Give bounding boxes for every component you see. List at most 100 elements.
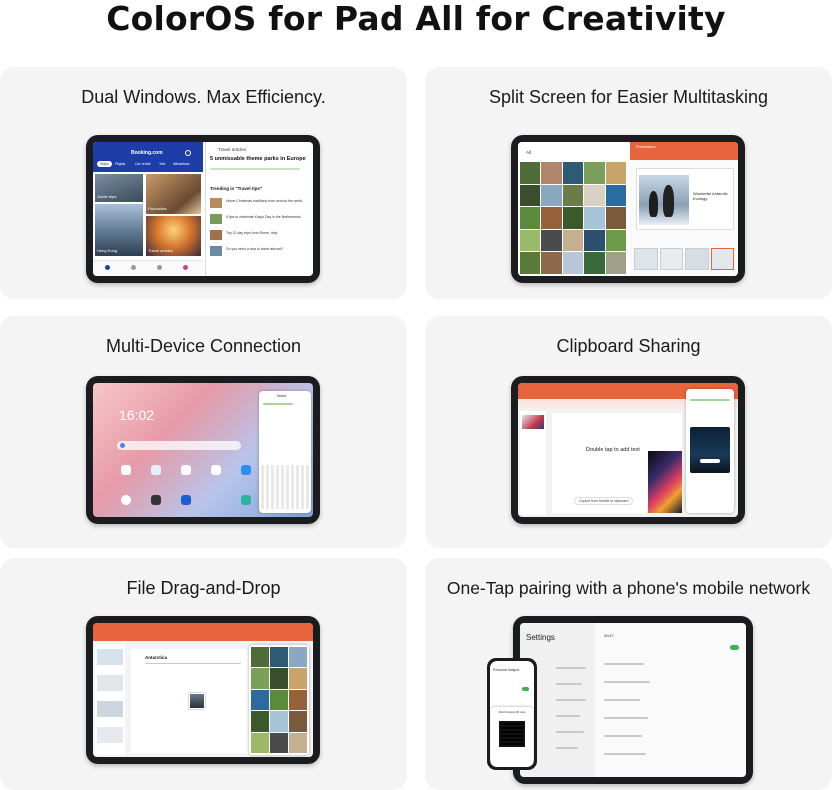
photo-thumb[interactable] (562, 207, 584, 229)
slide-canvas[interactable]: Double tap to add text Copied from Mobil… (552, 413, 682, 513)
photo-thumb[interactable] (584, 229, 605, 252)
photo-thumb[interactable] (251, 689, 269, 711)
photo-tile-city[interactable]: Hong Kong (95, 204, 143, 256)
slide-thumbnail[interactable] (97, 649, 123, 665)
photo-thumb[interactable] (251, 732, 269, 753)
menu-item[interactable] (556, 715, 580, 717)
article-thumb[interactable] (210, 198, 222, 208)
photo-tile-travel[interactable]: Travel articles (146, 216, 201, 256)
photo-tile-favourites[interactable]: Favourites (146, 174, 201, 214)
photo-thumb[interactable] (270, 711, 288, 732)
photo-thumb[interactable] (251, 668, 269, 689)
article-thumb[interactable] (210, 214, 222, 224)
slide-placeholder[interactable]: Double tap to add text (586, 447, 640, 453)
photo-thumb[interactable] (289, 689, 307, 711)
nav-profile-icon[interactable] (183, 265, 188, 270)
slide-thumbnail[interactable] (710, 248, 734, 270)
photo-thumb[interactable] (270, 647, 288, 668)
menu-item[interactable] (556, 699, 586, 701)
menu-item[interactable] (556, 731, 584, 733)
dragged-image[interactable] (189, 693, 205, 709)
photo-thumb[interactable] (605, 207, 626, 229)
app-icon[interactable] (211, 465, 221, 475)
photo-thumb[interactable] (541, 184, 562, 207)
photo-thumb[interactable] (562, 162, 584, 184)
search-icon[interactable] (185, 150, 191, 156)
menu-item[interactable] (556, 683, 582, 685)
photo-thumb[interactable] (289, 711, 307, 732)
wlan-toggle[interactable] (730, 645, 739, 650)
photo-thumb[interactable] (289, 647, 307, 668)
article-item[interactable]: 5 tips to celebrate King's Day in the Ne… (226, 215, 310, 219)
photo-thumb[interactable] (270, 732, 288, 753)
photo-thumb[interactable] (584, 162, 605, 184)
app-icon[interactable] (121, 495, 131, 505)
app-icon[interactable] (181, 495, 191, 505)
photo-thumb[interactable] (541, 229, 562, 252)
network-item[interactable] (604, 717, 648, 719)
photo-thumb[interactable] (605, 229, 626, 252)
slide-canvas[interactable]: Wonderful Antarctic Ecology (636, 168, 734, 230)
network-item[interactable] (604, 753, 646, 755)
google-search-bar[interactable] (117, 441, 241, 450)
photo-thumb[interactable] (289, 732, 307, 753)
photo-thumb[interactable] (520, 252, 541, 274)
photo-thumb[interactable] (270, 668, 288, 689)
article-item[interactable]: Do you need a visa to travel abroad? (226, 247, 310, 251)
photo-thumb[interactable] (584, 207, 605, 229)
photo-thumb[interactable] (541, 207, 562, 229)
booking-tab-stays[interactable]: Stays (97, 161, 112, 167)
photo-thumb[interactable] (520, 184, 541, 207)
nav-bookings-icon[interactable] (157, 265, 162, 270)
booking-tab-flights[interactable]: Flights (115, 162, 125, 166)
app-icon[interactable] (151, 495, 161, 505)
app-icon[interactable] (241, 465, 251, 475)
photo-thumb[interactable] (562, 184, 584, 207)
photo-thumb[interactable] (541, 252, 562, 274)
network-item[interactable] (604, 681, 650, 683)
slide-thumbnail[interactable] (97, 727, 123, 743)
booking-tab-taxi[interactable]: Taxi (159, 162, 165, 166)
menu-item[interactable] (556, 667, 586, 669)
slide-thumbnail[interactable] (97, 701, 123, 717)
photo-thumb[interactable] (289, 668, 307, 689)
slide-thumbnail[interactable] (659, 248, 683, 270)
article-item[interactable]: Home Christmas traditions from around th… (226, 199, 310, 203)
booking-tab-attractions[interactable]: Attractions (173, 162, 190, 166)
app-icon[interactable] (121, 465, 131, 475)
slide-thumbnail[interactable] (685, 248, 709, 270)
article-thumb[interactable] (210, 230, 222, 240)
network-item[interactable] (604, 663, 644, 665)
phone-cta-button[interactable] (700, 459, 720, 463)
booking-tab-car[interactable]: Car rental (135, 162, 150, 166)
floating-phone-window[interactable] (686, 389, 734, 513)
slide-thumbnail[interactable] (97, 675, 123, 691)
hotspot-toggle[interactable] (522, 687, 529, 691)
photo-thumb[interactable] (520, 207, 541, 229)
nav-search-icon[interactable] (105, 265, 110, 270)
photo-thumb[interactable] (562, 252, 584, 274)
article-thumb[interactable] (210, 246, 222, 256)
app-icon[interactable] (241, 495, 251, 505)
photo-thumb[interactable] (605, 252, 626, 274)
app-icon[interactable] (181, 465, 191, 475)
photo-thumb[interactable] (251, 711, 269, 732)
photo-thumb[interactable] (270, 689, 288, 711)
photo-thumb[interactable] (605, 162, 626, 184)
photo-thumb[interactable] (251, 647, 269, 668)
photo-thumb[interactable] (520, 162, 541, 184)
slide-thumbnail[interactable] (522, 415, 544, 429)
photo-tile-guide[interactable]: Guide trips (95, 174, 143, 202)
photo-thumb[interactable] (520, 229, 541, 252)
photo-thumb[interactable] (584, 252, 605, 274)
app-icon[interactable] (151, 465, 161, 475)
network-item[interactable] (604, 735, 642, 737)
photo-thumb[interactable] (541, 162, 562, 184)
floating-phone-window[interactable]: Noted (259, 391, 311, 513)
photo-thumb[interactable] (605, 184, 626, 207)
photo-thumb[interactable] (584, 184, 605, 207)
nav-saved-icon[interactable] (131, 265, 136, 270)
article-item[interactable]: Top 10 day trips from Rome, Italy (226, 231, 310, 235)
floating-gallery-window[interactable] (249, 645, 309, 755)
photo-thumb[interactable] (562, 229, 584, 252)
